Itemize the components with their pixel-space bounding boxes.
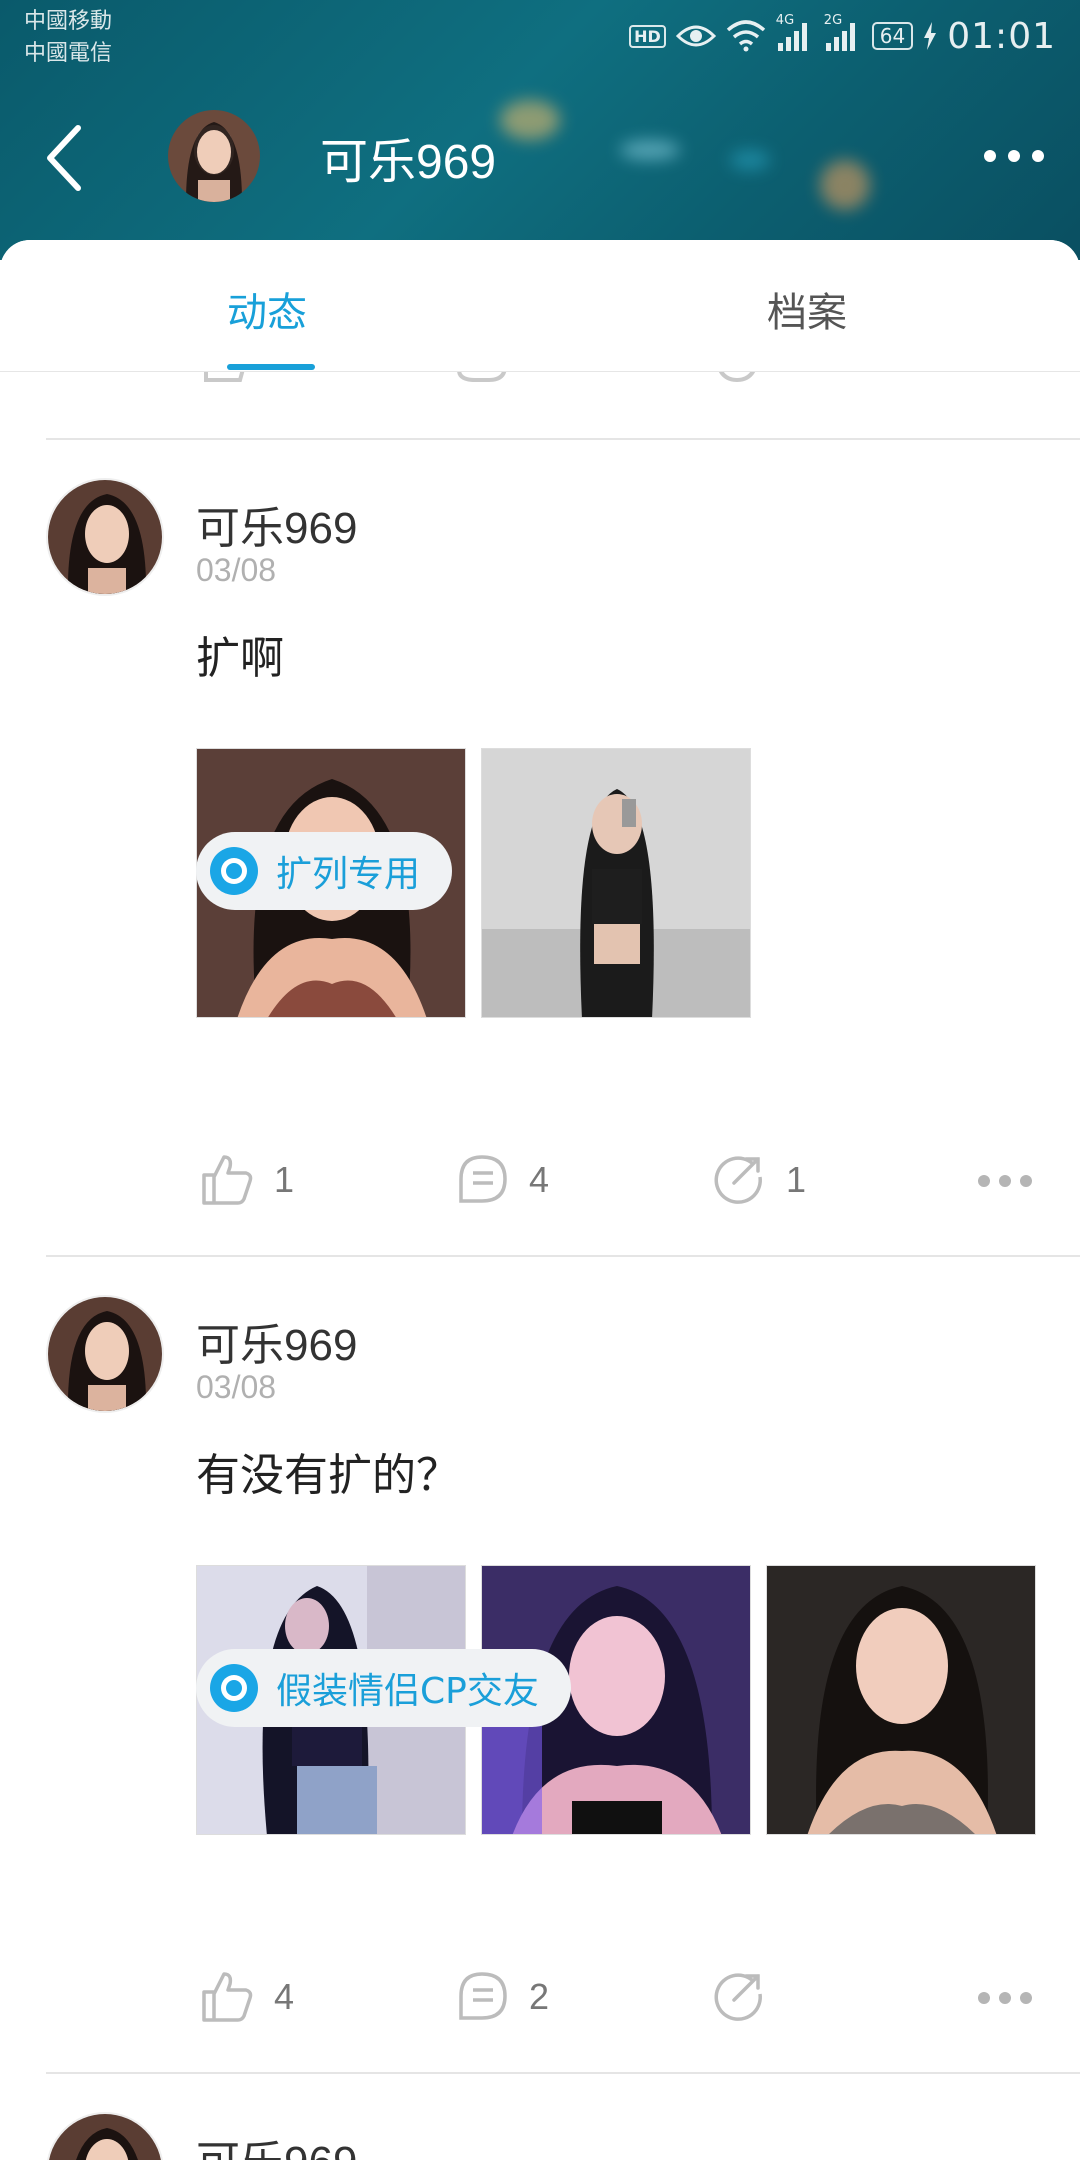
post-avatar[interactable] <box>46 1295 164 1413</box>
eye-icon <box>675 22 716 50</box>
share-icon <box>714 1973 762 2021</box>
like-button[interactable]: 4 <box>200 1970 294 2024</box>
post-avatar[interactable] <box>46 478 164 596</box>
more-dot <box>978 1175 990 1187</box>
post-author: 可乐969 <box>196 2126 357 2160</box>
like-icon <box>202 1972 253 2022</box>
back-arrow-icon <box>47 125 81 191</box>
profile-title: 可乐969 <box>320 136 497 189</box>
comment-icon <box>459 1155 507 1203</box>
share-count: 1 <box>786 1159 807 1200</box>
status-icons: HD 4G 2G 64 01:01 <box>629 13 1056 58</box>
hd-icon: HD <box>629 24 666 48</box>
post-text: 有没有扩的？ <box>196 1450 460 1501</box>
tab-feed[interactable]: 动态 <box>227 280 307 338</box>
topic-label: 假装情侣CP交友 <box>276 1671 539 1712</box>
signal-4g-icon: 4G <box>776 13 814 53</box>
post-more-button[interactable] <box>978 1992 1032 2006</box>
carrier-2: 中國電信 <box>24 41 113 66</box>
nav-bar: 可乐969 <box>0 100 1080 212</box>
post-card: 可乐969 03/08 扩啊 扩列专用 1 4 1 <box>0 440 1080 1254</box>
like-icon <box>202 1155 253 1205</box>
wifi-icon <box>726 20 766 52</box>
post-date: 03/08 <box>196 1369 277 1405</box>
post-author: 可乐969 <box>196 1321 358 1370</box>
post-card: 可乐969 03/08 有没有扩的？ 假装情侣CP交友 4 2 <box>0 1257 1080 2071</box>
status-bar: 中國移動 中國電信 HD 4G 2G 64 01:01 <box>0 0 1080 80</box>
nav-avatar[interactable] <box>168 110 260 202</box>
like-button[interactable]: 1 <box>200 1153 294 1207</box>
more-dot <box>1020 1992 1032 2004</box>
topic-icon <box>210 847 258 895</box>
more-dot <box>984 150 996 162</box>
post-author: 可乐969 <box>196 504 358 553</box>
more-dot <box>1008 150 1020 162</box>
topic-icon <box>210 1664 258 1712</box>
more-dot <box>999 1992 1011 2004</box>
tab-bar: 动态 档案 <box>0 240 1080 372</box>
share-icon <box>714 1156 762 1204</box>
post-more-button[interactable] <box>978 1175 1032 1189</box>
net-2-label: 2G <box>823 13 843 28</box>
share-icon <box>719 372 755 383</box>
more-options-button[interactable] <box>984 136 1044 176</box>
comment-button[interactable]: 2 <box>455 1970 549 2024</box>
post-photo[interactable] <box>481 748 751 1018</box>
post-actions: 1 4 1 <box>0 1145 1080 1225</box>
more-dot <box>1032 150 1044 162</box>
profile-header: 中國移動 中國電信 HD 4G 2G 64 01:01 可乐969 <box>0 0 1080 260</box>
share-button[interactable] <box>712 1970 786 2024</box>
content-card: 动态 档案 可乐969 03/08 扩啊 扩列专用 1 4 1 可乐969 03… <box>0 240 1080 2160</box>
more-dot <box>1020 1175 1032 1187</box>
like-count: 4 <box>274 1976 295 2017</box>
feed-list: 可乐969 03/08 扩啊 扩列专用 1 4 1 可乐969 03/08 有没… <box>0 372 1080 2160</box>
tab-profile-archive[interactable]: 档案 <box>767 280 847 338</box>
topic-tag[interactable]: 扩列专用 <box>196 832 453 910</box>
like-icon <box>204 372 245 382</box>
comment-count: 2 <box>529 1976 550 2017</box>
back-button[interactable] <box>38 118 108 198</box>
like-count: 1 <box>274 1159 295 1200</box>
carrier-info: 中國移動 中國電信 <box>24 6 112 70</box>
share-button[interactable]: 1 <box>712 1153 806 1207</box>
post-text: 扩啊 <box>196 633 284 684</box>
comment-count: 4 <box>529 1159 550 1200</box>
post-avatar[interactable] <box>46 2112 164 2160</box>
comment-button[interactable]: 4 <box>455 1153 549 1207</box>
topic-tag[interactable]: 假装情侣CP交友 <box>196 1649 571 1727</box>
net-1-label: 4G <box>775 13 795 28</box>
more-dot <box>999 1175 1011 1187</box>
comment-icon <box>457 372 507 382</box>
previous-post-actions <box>0 372 1080 404</box>
topic-label: 扩列专用 <box>276 854 421 895</box>
post-actions: 4 2 <box>0 1962 1080 2042</box>
comment-icon <box>459 1972 507 2020</box>
signal-2g-icon: 2G <box>824 13 862 53</box>
clock: 01:01 <box>947 15 1056 57</box>
post-date: 03/08 <box>196 552 277 588</box>
post-card: 可乐969 <box>0 2074 1080 2160</box>
carrier-1: 中國移動 <box>24 9 113 34</box>
tab-active-indicator <box>227 364 315 370</box>
post-photo[interactable] <box>766 1565 1036 1835</box>
battery-icon: 64 <box>871 22 914 50</box>
charging-icon <box>923 22 937 50</box>
more-dot <box>978 1992 990 2004</box>
